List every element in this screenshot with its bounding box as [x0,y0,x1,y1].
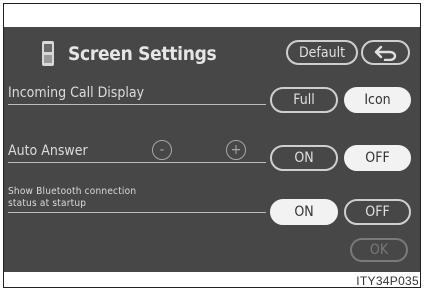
page-title: Screen Settings [68,43,217,65]
auto-answer-plus-button[interactable]: + [226,140,246,160]
default-button[interactable]: Default [286,40,358,65]
ok-button-label: OK [369,242,389,258]
incoming-call-label: Incoming Call Display [8,85,145,101]
auto-answer-off-button[interactable]: OFF [344,145,411,171]
figure-code: ITY34P035 [356,274,419,288]
auto-answer-label: Auto Answer [8,143,88,159]
row-divider [8,212,266,213]
bluetooth-status-label: Show Bluetooth connection status at star… [8,186,136,210]
screen-settings-panel: Screen Settings Default Incoming Call Di… [4,27,420,272]
incoming-full-button[interactable]: Full [270,87,338,113]
incoming-icon-button[interactable]: Icon [344,87,411,113]
incoming-full-label: Full [293,92,315,108]
bluetooth-off-button[interactable]: OFF [344,199,411,225]
bluetooth-status-line2: status at startup [8,198,87,209]
back-button[interactable] [361,40,410,65]
auto-answer-on-button[interactable]: ON [270,145,338,171]
default-button-label: Default [298,44,346,61]
auto-answer-off-label: OFF [365,150,390,166]
incoming-icon-label: Icon [364,92,391,108]
back-arrow-icon [374,45,396,61]
bluetooth-on-button[interactable]: ON [270,199,338,225]
phone-icon [42,41,54,66]
auto-answer-on-label: ON [294,150,314,166]
bluetooth-off-label: OFF [365,204,390,220]
bluetooth-status-line1: Show Bluetooth connection [8,186,137,197]
minus-icon: - [159,142,165,158]
bluetooth-on-label: ON [294,204,314,220]
plus-icon: + [230,142,242,158]
row-divider [8,162,266,163]
row-divider [8,104,266,105]
ok-button[interactable]: OK [350,238,408,262]
auto-answer-minus-button[interactable]: - [152,140,172,160]
